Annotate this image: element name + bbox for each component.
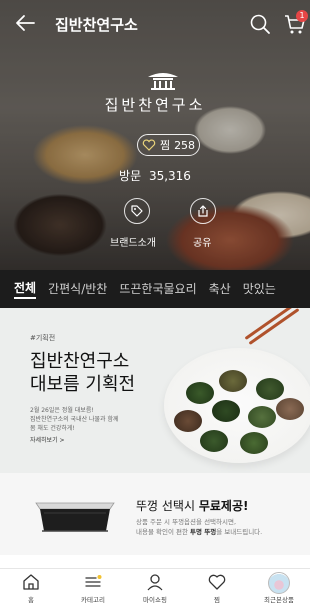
nav-wishlist-label: 찜 xyxy=(214,596,220,604)
nav-my-shopping[interactable]: 마이쇼핑 xyxy=(124,569,186,607)
heart-icon xyxy=(142,139,156,151)
promo-description: 상품 주문 시 뚜껑옵션을 선택하시면, 내용물 확인이 편한 투명 뚜껑을 보… xyxy=(136,517,306,537)
share-button[interactable] xyxy=(190,198,216,224)
promo-desc-line2-bold: 투명 뚜껑 xyxy=(190,528,217,536)
namul-item xyxy=(276,398,304,420)
banner-more-link[interactable]: 자세히보기 > xyxy=(30,435,65,444)
share-label: 공유 xyxy=(193,238,212,249)
promo-title: 뚜껑 선택시 무료제공! xyxy=(136,497,248,514)
namul-item xyxy=(200,430,228,452)
namul-item xyxy=(219,370,247,392)
brand-name: 집반찬연구소 xyxy=(104,96,206,114)
tab-tasty[interactable]: 맛있는 xyxy=(243,280,276,298)
promo-desc-line2-prefix: 내용물 확인이 편한 xyxy=(136,528,191,536)
namul-item xyxy=(174,410,202,432)
namul-item xyxy=(186,382,214,404)
brand-intro-button[interactable] xyxy=(124,198,150,224)
like-count: 258 xyxy=(174,138,196,152)
banner-desc-line1: 2월 26일은 정월 대보름! xyxy=(30,407,94,414)
top-bar: 집반찬연구소 xyxy=(0,0,310,48)
promo-title-bold: 무료제공! xyxy=(198,499,249,513)
nav-category[interactable]: 카테고리 xyxy=(62,569,124,607)
like-label: 찜 xyxy=(159,139,171,152)
banner-tag: #기획전 xyxy=(30,334,56,342)
heart-icon xyxy=(208,574,226,590)
bottom-navigation: 홈 카테고리 마이쇼핑 찜 최근본상품 xyxy=(0,568,310,607)
namul-item xyxy=(248,406,276,428)
tab-hot-soup[interactable]: 뜨끈한국물요리 xyxy=(119,280,196,298)
nav-my-shopping-label: 마이쇼핑 xyxy=(143,596,167,604)
promo-title-prefix: 뚜껑 선택시 xyxy=(136,499,199,513)
namul-item xyxy=(240,432,268,454)
brand-intro-label: 브랜드소개 xyxy=(110,238,156,249)
chopsticks-image xyxy=(244,308,296,340)
visit-count: 방문 35,316 xyxy=(0,167,310,184)
nav-wishlist[interactable]: 찜 xyxy=(186,569,248,607)
nav-recent-products[interactable]: 최근본상품 xyxy=(248,569,310,607)
chopsticks-image xyxy=(248,308,300,345)
back-arrow-icon[interactable] xyxy=(14,13,36,33)
visit-number: 35,316 xyxy=(148,169,191,183)
menu-icon xyxy=(85,575,102,587)
hanok-logo-icon xyxy=(148,73,178,90)
visit-label: 방문 xyxy=(119,169,142,183)
banner-description: 2월 26일은 정월 대보름! 집반찬연구소의 국내산 나물과 함께 몸 채도 … xyxy=(30,406,150,433)
tab-all[interactable]: 전체 xyxy=(14,279,37,299)
food-container-image xyxy=(35,502,115,532)
nav-category-label: 카테고리 xyxy=(81,596,105,604)
promo-desc-line1: 상품 주문 시 뚜껑옵션을 선택하시면, xyxy=(136,518,237,526)
banner-title-line2: 대보름 기획전 xyxy=(30,374,136,395)
user-icon xyxy=(147,574,163,591)
promo-banner[interactable]: #기획전 집반찬연구소 대보름 기획전 2월 26일은 정월 대보름! 집반찬연… xyxy=(0,308,310,473)
recent-product-icon xyxy=(268,572,290,594)
namul-item xyxy=(256,378,284,400)
container-promo[interactable]: 뚜껑 선택시 무료제공! 상품 주문 시 뚜껑옵션을 선택하시면, 내용물 확인… xyxy=(0,473,310,555)
banner-title: 집반찬연구소 대보름 기획전 xyxy=(30,350,135,396)
nav-home[interactable]: 홈 xyxy=(0,569,62,607)
share-icon xyxy=(198,205,208,217)
tab-livestock[interactable]: 축산 xyxy=(209,280,231,298)
home-icon xyxy=(23,574,39,590)
brand-hero: 집반찬연구소 1 집반찬연구소 찜 258 방문 35,316 브랜드소개 공유 xyxy=(0,0,310,270)
tag-icon xyxy=(131,205,143,217)
search-icon[interactable] xyxy=(249,13,271,35)
page-title: 집반찬연구소 xyxy=(55,16,138,34)
banner-title-line1: 집반찬연구소 xyxy=(30,351,130,372)
like-button[interactable]: 찜 258 xyxy=(137,134,200,156)
nav-home-label: 홈 xyxy=(28,596,34,604)
banner-desc-line3: 몸 채도 건강하게! xyxy=(30,425,75,432)
namul-item xyxy=(212,400,240,422)
nav-recent-label: 최근본상품 xyxy=(264,596,294,604)
tab-simple-food[interactable]: 간편식/반찬 xyxy=(48,280,107,298)
banner-desc-line2: 집반찬연구소의 국내산 나물과 함께 xyxy=(30,416,119,423)
category-tabs: 전체 간편식/반찬 뜨끈한국물요리 축산 맛있는 xyxy=(0,270,310,308)
promo-desc-line2-suffix: 을 보내드립니다. xyxy=(216,528,263,536)
namul-plate-image xyxy=(164,348,310,463)
cart-count-badge: 1 xyxy=(296,10,308,22)
promo-desc-line2: 내용물 확인이 편한 투명 뚜껑을 보내드립니다. xyxy=(136,527,306,537)
